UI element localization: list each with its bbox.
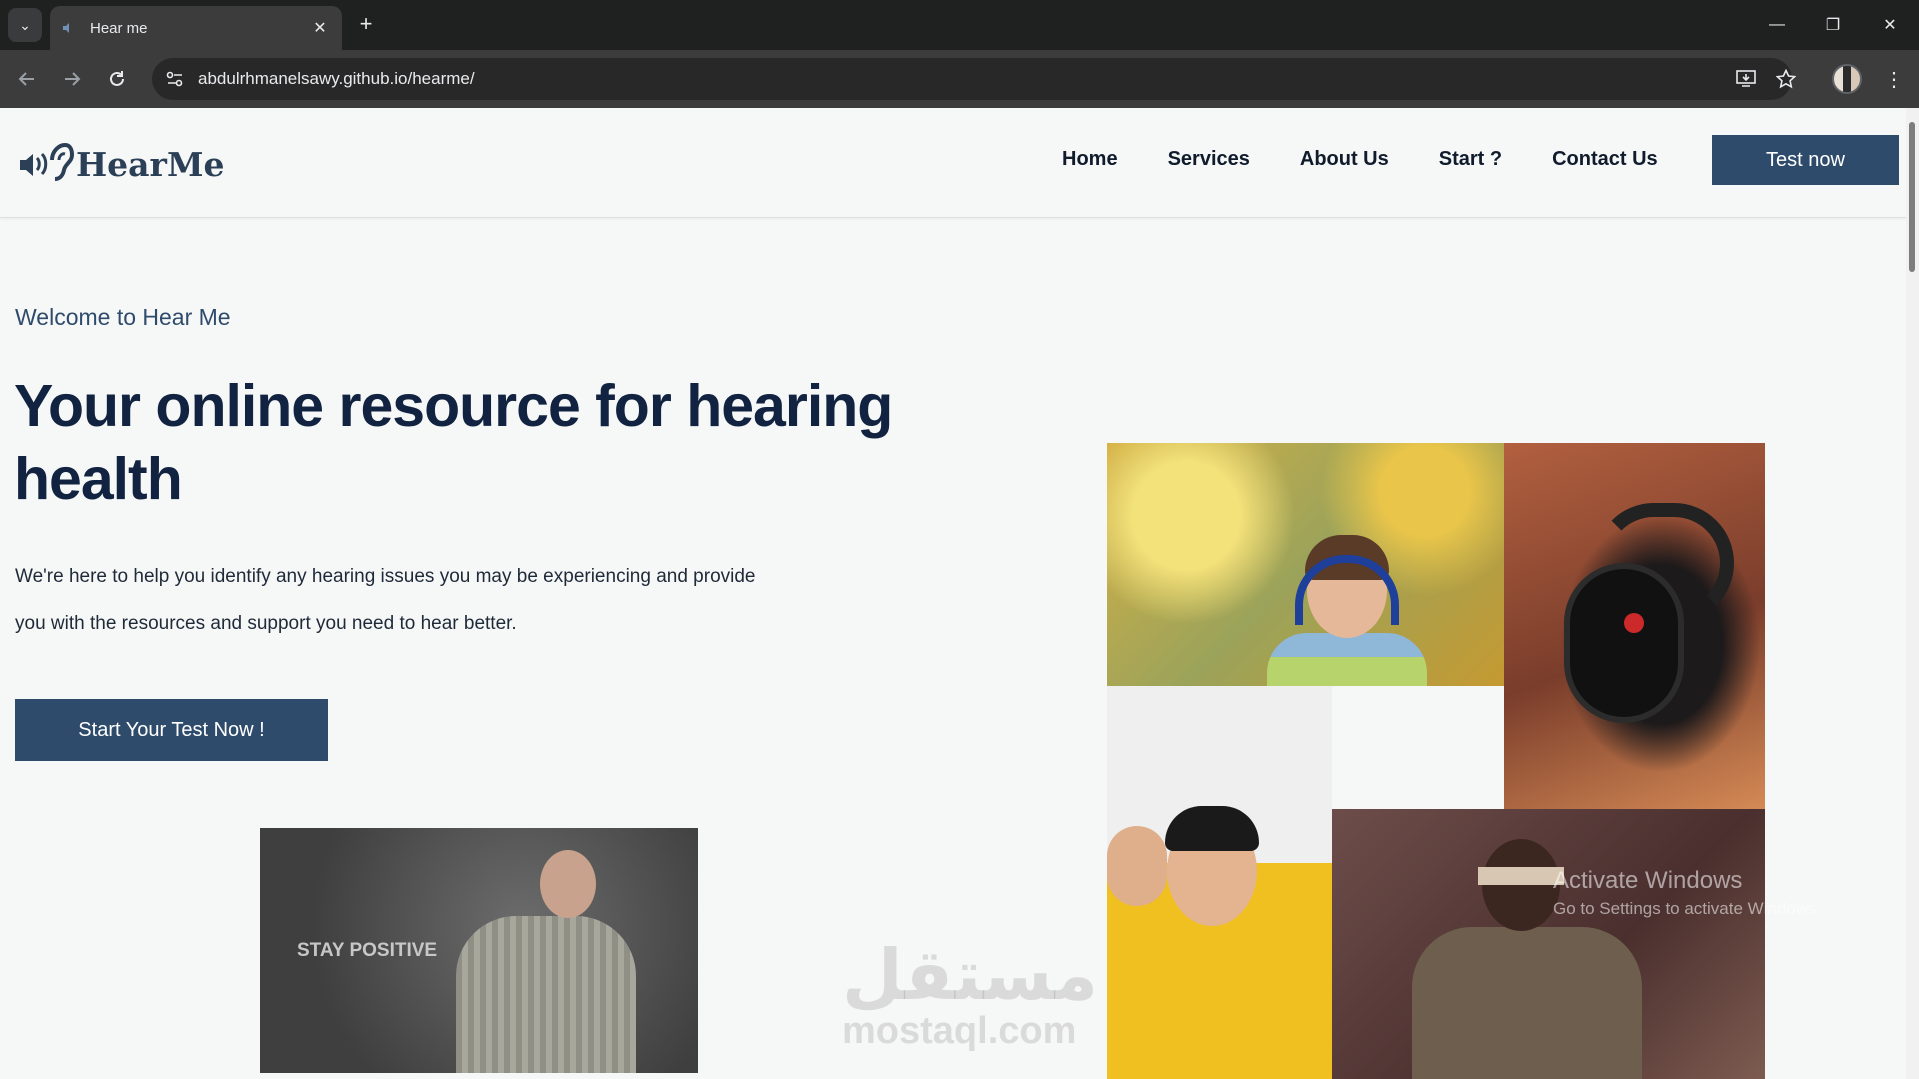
tab-close-icon[interactable]: ✕ bbox=[310, 18, 330, 38]
nav-start[interactable]: Start ? bbox=[1439, 148, 1502, 171]
man2-body bbox=[1412, 927, 1642, 1079]
hero-title: Your online resource for hearing health bbox=[14, 373, 893, 512]
address-bar[interactable]: abdulrhmanelsawy.github.io/hearme/ bbox=[152, 58, 1792, 100]
video-thumbnail[interactable]: STAY POSITIVE bbox=[260, 828, 698, 1073]
browser-menu-icon[interactable]: ⋮ bbox=[1880, 64, 1908, 94]
scrollbar-thumb[interactable] bbox=[1909, 122, 1915, 272]
browser-tab-bar: ⌄ Hear me ✕ + — ❐ ✕ bbox=[0, 0, 1919, 50]
nav-services[interactable]: Services bbox=[1168, 148, 1250, 171]
watermark-arabic: مستقل bbox=[842, 934, 1099, 1016]
hero-description-line-2: you with the resources and support you n… bbox=[15, 613, 517, 634]
logo[interactable]: HearMe bbox=[18, 140, 224, 188]
man2-blindfold bbox=[1478, 867, 1564, 885]
man-hand bbox=[1107, 826, 1167, 906]
welcome-text: Welcome to Hear Me bbox=[15, 304, 231, 330]
nav-contact-us[interactable]: Contact Us bbox=[1552, 148, 1658, 171]
hero-description-line-1: We're here to help you identify any hear… bbox=[15, 566, 756, 587]
page-scrollbar[interactable] bbox=[1906, 108, 1919, 1079]
activate-subtitle: Go to Settings to activate Windows. bbox=[1553, 899, 1822, 918]
profile-avatar[interactable] bbox=[1832, 64, 1862, 94]
new-tab-plus-icon[interactable]: + bbox=[352, 10, 380, 38]
ear-speaker-icon bbox=[20, 142, 74, 181]
url-text: abdulrhmanelsawy.github.io/hearme/ bbox=[198, 69, 475, 88]
window-close-icon[interactable]: ✕ bbox=[1875, 10, 1905, 40]
restore-icon[interactable]: ❐ bbox=[1818, 10, 1848, 40]
browser-tab[interactable]: Hear me ✕ bbox=[50, 6, 342, 50]
hero-description: We're here to help you identify any hear… bbox=[15, 553, 775, 647]
install-app-icon[interactable] bbox=[1731, 64, 1761, 94]
logo-text: HearMe bbox=[76, 144, 225, 184]
collage-gap bbox=[1332, 686, 1504, 809]
image-man-listening bbox=[1107, 686, 1332, 1079]
test-now-button[interactable]: Test now bbox=[1712, 135, 1899, 185]
image-blindfolded-man bbox=[1332, 809, 1765, 1079]
activate-windows-overlay: Activate Windows Go to Settings to activ… bbox=[1553, 867, 1821, 919]
browser-toolbar: abdulrhmanelsawy.github.io/hearme/ ⋮ bbox=[0, 50, 1919, 108]
main-nav: Home Services About Us Start ? Contact U… bbox=[1062, 148, 1708, 171]
start-test-button[interactable]: Start Your Test Now ! bbox=[15, 699, 328, 761]
headphone-cup bbox=[1564, 563, 1684, 723]
hero-image-collage bbox=[1107, 443, 1765, 1079]
man2-head bbox=[1482, 839, 1560, 931]
nav-about-us[interactable]: About Us bbox=[1300, 148, 1389, 171]
back-arrow-icon[interactable] bbox=[12, 64, 42, 94]
nav-home[interactable]: Home bbox=[1062, 148, 1118, 171]
tab-title: Hear me bbox=[90, 19, 148, 37]
video-person-head bbox=[540, 850, 596, 918]
site-info-icon[interactable] bbox=[160, 64, 190, 94]
image-child-headphones bbox=[1107, 443, 1504, 686]
forward-arrow-icon[interactable] bbox=[57, 64, 87, 94]
child-body bbox=[1267, 633, 1427, 686]
reload-icon[interactable] bbox=[102, 64, 132, 94]
bookmark-star-icon[interactable] bbox=[1771, 64, 1801, 94]
activate-title: Activate Windows bbox=[1553, 867, 1743, 894]
web-page: HearMe Home Services About Us Start ? Co… bbox=[0, 108, 1906, 1079]
tab-search-chevron-icon[interactable]: ⌄ bbox=[8, 8, 42, 42]
watermark-latin: mostaql.com bbox=[842, 1010, 1077, 1052]
headphone-accent bbox=[1624, 613, 1644, 633]
video-caption: STAY POSITIVE bbox=[297, 940, 438, 961]
favicon-icon bbox=[62, 20, 78, 36]
site-header: HearMe Home Services About Us Start ? Co… bbox=[0, 108, 1906, 218]
video-person-body bbox=[456, 916, 636, 1073]
minimize-icon[interactable]: — bbox=[1762, 10, 1792, 40]
image-headphones-closeup bbox=[1504, 443, 1765, 809]
mostaql-watermark: مستقل mostaql.com bbox=[842, 934, 1099, 1053]
man-hair bbox=[1165, 806, 1259, 851]
